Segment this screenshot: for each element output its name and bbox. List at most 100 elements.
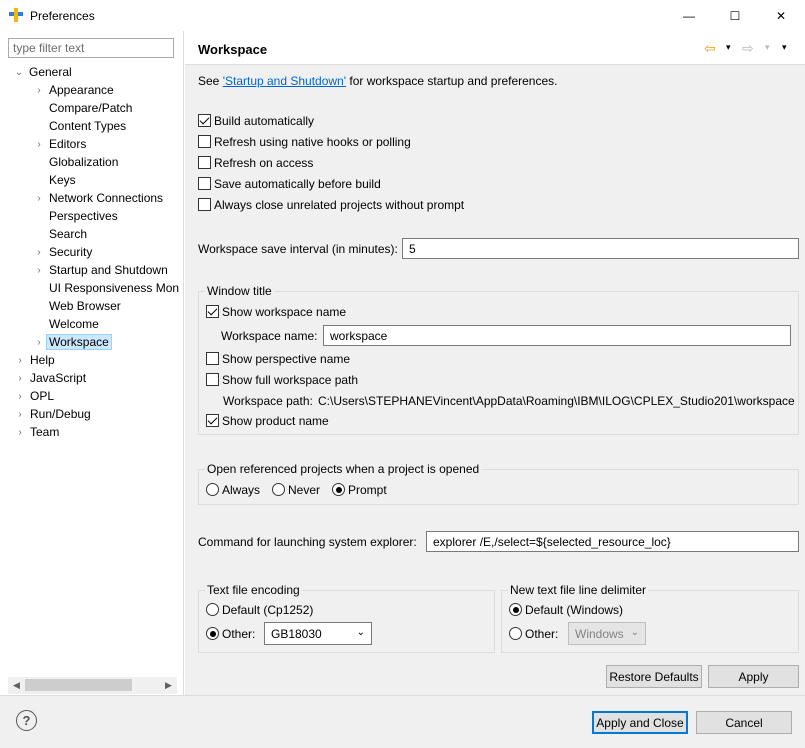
help-icon[interactable]: ?: [16, 710, 37, 731]
build-automatically-checkbox[interactable]: [198, 114, 211, 127]
show-product-name-label: Show product name: [222, 414, 329, 428]
line-delimiter-legend: New text file line delimiter: [508, 583, 649, 597]
expanded-icon[interactable]: ⌄: [12, 67, 26, 78]
tree-item-editors[interactable]: › Editors: [32, 135, 89, 153]
collapsed-icon[interactable]: ›: [32, 85, 46, 96]
other-delimiter-label: Other:: [525, 627, 559, 641]
collapsed-icon[interactable]: ›: [13, 391, 27, 402]
show-full-path-checkbox[interactable]: [206, 373, 219, 386]
window-title: Preferences: [30, 9, 95, 23]
startup-shutdown-link[interactable]: 'Startup and Shutdown': [223, 74, 346, 88]
encoding-select[interactable]: GB18030 ⌄: [264, 622, 372, 645]
collapsed-icon[interactable]: ›: [13, 427, 27, 438]
tree-item-content-types[interactable]: Content Types: [46, 117, 129, 135]
tree-horizontal-scrollbar[interactable]: ◀ ▶: [8, 677, 177, 694]
prompt-radio[interactable]: [332, 483, 345, 496]
minimize-button[interactable]: —: [666, 0, 712, 31]
tree-item-perspectives[interactable]: Perspectives: [46, 207, 121, 225]
always-close-label: Always close unrelated projects without …: [214, 198, 465, 212]
tree-item-help[interactable]: › Help: [13, 351, 58, 369]
default-delimiter-radio[interactable]: [509, 603, 522, 616]
tree-item-keys[interactable]: Keys: [46, 171, 79, 189]
maximize-button[interactable]: ☐: [712, 0, 758, 31]
collapsed-icon[interactable]: ›: [32, 139, 46, 150]
show-perspective-name-checkbox[interactable]: [206, 352, 219, 365]
tree-item-security[interactable]: › Security: [32, 243, 95, 261]
tree-item-network-connections[interactable]: › Network Connections: [32, 189, 166, 207]
explorer-command-label: Command for launching system explorer:: [198, 535, 417, 549]
tree-item-general[interactable]: ⌄ General: [12, 63, 75, 81]
collapsed-icon[interactable]: ›: [32, 193, 46, 204]
always-close-checkbox[interactable]: [198, 198, 211, 211]
tree-item-appearance[interactable]: › Appearance: [32, 81, 117, 99]
tree-item-web-browser[interactable]: Web Browser: [46, 297, 124, 315]
tree-item-javascript[interactable]: › JavaScript: [13, 369, 89, 387]
tree-item-workspace[interactable]: › Workspace: [32, 333, 112, 351]
explorer-command-input[interactable]: explorer /E,/select=${selected_resource_…: [426, 531, 799, 552]
restore-defaults-button[interactable]: Restore Defaults: [606, 665, 702, 688]
tree-item-opl[interactable]: › OPL: [13, 387, 57, 405]
scroll-thumb[interactable]: [25, 679, 132, 691]
never-radio[interactable]: [272, 483, 285, 496]
collapsed-icon[interactable]: ›: [13, 373, 27, 384]
forward-dropdown-icon[interactable]: ▾: [765, 42, 770, 53]
filter-input[interactable]: [8, 38, 174, 58]
apply-button[interactable]: Apply: [708, 665, 799, 688]
refresh-native-label: Refresh using native hooks or polling: [214, 135, 411, 149]
tree-item-ui-responsiveness[interactable]: UI Responsiveness Mon: [46, 279, 182, 297]
workspace-name-label: Workspace name:: [221, 329, 318, 343]
page-title: Workspace: [198, 42, 268, 57]
other-encoding-radio[interactable]: [206, 627, 219, 640]
tree-item-search[interactable]: Search: [46, 225, 90, 243]
save-before-build-checkbox[interactable]: [198, 177, 211, 190]
workspace-name-input[interactable]: workspace: [323, 325, 791, 346]
never-label: Never: [288, 483, 321, 497]
save-before-build-label: Save automatically before build: [214, 177, 381, 191]
scroll-left-icon[interactable]: ◀: [8, 677, 25, 694]
other-delimiter-radio[interactable]: [509, 627, 522, 640]
apply-and-close-button[interactable]: Apply and Close: [592, 711, 688, 734]
workspace-path-label: Workspace path:: [223, 394, 313, 408]
page-header: Workspace ⇦ ▾ ⇨ ▾ ▾: [185, 31, 805, 65]
collapsed-icon[interactable]: ›: [32, 337, 46, 348]
dialog-button-bar: ? Apply and Close Cancel: [0, 695, 805, 748]
tree-item-compare-patch[interactable]: Compare/Patch: [46, 99, 135, 117]
always-label: Always: [222, 483, 261, 497]
always-radio[interactable]: [206, 483, 219, 496]
show-product-name-checkbox[interactable]: [206, 414, 219, 427]
window-title-legend: Window title: [205, 284, 274, 298]
cancel-button[interactable]: Cancel: [696, 711, 792, 734]
back-dropdown-icon[interactable]: ▾: [726, 42, 731, 53]
close-button[interactable]: ✕: [758, 0, 804, 31]
workspace-path-value: C:\Users\STEPHANEVincent\AppData\Roaming…: [318, 394, 795, 408]
line-delimiter-group: New text file line delimiter: [501, 583, 799, 653]
collapsed-icon[interactable]: ›: [13, 355, 27, 366]
prompt-label: Prompt: [348, 483, 387, 497]
show-workspace-name-label: Show workspace name: [222, 305, 347, 319]
refresh-access-checkbox[interactable]: [198, 156, 211, 169]
preference-page: Workspace ⇦ ▾ ⇨ ▾ ▾ See 'Startup and Shu…: [185, 31, 805, 695]
show-perspective-name-label: Show perspective name: [222, 352, 351, 366]
back-arrow-icon[interactable]: ⇦: [704, 40, 716, 57]
see-text: See 'Startup and Shutdown' for workspace…: [198, 74, 558, 88]
tree-item-team[interactable]: › Team: [13, 423, 62, 441]
default-encoding-radio[interactable]: [206, 603, 219, 616]
default-encoding-label: Default (Cp1252): [222, 603, 314, 617]
view-menu-icon[interactable]: ▾: [782, 42, 787, 53]
collapsed-icon[interactable]: ›: [32, 247, 46, 258]
save-interval-input[interactable]: 5: [402, 238, 799, 259]
show-workspace-name-checkbox[interactable]: [206, 305, 219, 318]
tree-item-startup-shutdown[interactable]: › Startup and Shutdown: [32, 261, 171, 279]
delimiter-select[interactable]: Windows ⌄: [568, 622, 646, 645]
refresh-native-checkbox[interactable]: [198, 135, 211, 148]
scroll-right-icon[interactable]: ▶: [160, 677, 177, 694]
collapsed-icon[interactable]: ›: [32, 265, 46, 276]
tree-item-run-debug[interactable]: › Run/Debug: [13, 405, 94, 423]
forward-arrow-icon[interactable]: ⇨: [742, 40, 754, 57]
tree-item-globalization[interactable]: Globalization: [46, 153, 121, 171]
collapsed-icon[interactable]: ›: [13, 409, 27, 420]
save-interval-label: Workspace save interval (in minutes):: [198, 242, 398, 256]
tree-item-welcome[interactable]: Welcome: [46, 315, 102, 333]
open-referenced-legend: Open referenced projects when a project …: [205, 462, 482, 476]
chevron-down-icon: ⌄: [630, 627, 639, 638]
